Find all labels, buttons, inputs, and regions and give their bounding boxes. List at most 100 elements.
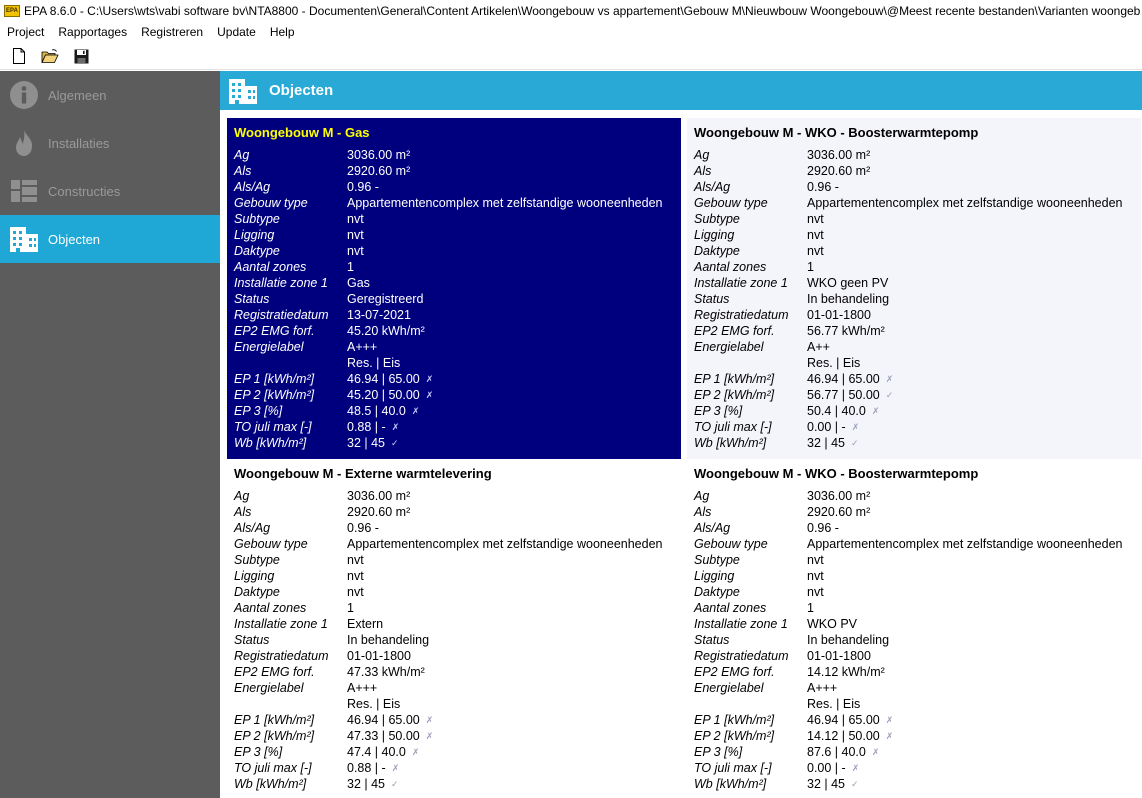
property-value: 1 <box>347 260 354 274</box>
property-row: Ligging nvt <box>694 568 1134 584</box>
menu-update[interactable]: Update <box>210 22 263 43</box>
save-disk-icon <box>74 49 88 63</box>
object-card-gas[interactable]: Woongebouw M - Gas Ag 3036.00 m² Als 2920.60… <box>227 118 681 459</box>
property-row: Aantal zones 1 <box>234 259 674 275</box>
property-value: nvt <box>807 212 824 226</box>
building-icon <box>226 76 260 106</box>
property-value: WKO PV <box>807 617 858 631</box>
property-row: EP 3 [%] 87.6 | 40.0 ✗ <box>694 744 1134 760</box>
cross-icon: ✗ <box>411 406 420 416</box>
property-label: Registratiedatum <box>694 308 789 322</box>
property-label: Daktype <box>234 244 280 258</box>
property-label: EP 1 [kWh/m²] <box>234 713 315 727</box>
property-value: 56.77 | 50.00 <box>807 388 880 402</box>
property-label: Ag <box>234 148 250 162</box>
property-label: Installatie zone 1 <box>234 276 328 290</box>
page-title: Objecten <box>269 82 334 99</box>
property-label: Daktype <box>234 585 280 599</box>
property-label: Aantal zones <box>694 260 767 274</box>
property-row: EP 1 [kWh/m²] 46.94 | 65.00 ✗ <box>234 712 674 728</box>
property-row: Status In behandeling <box>234 632 674 648</box>
check-icon: ✓ <box>885 390 894 400</box>
property-row: Energielabel A++ <box>694 339 1134 355</box>
property-value: nvt <box>347 228 364 242</box>
property-row: EP2 EMG forf. 47.33 kWh/m² <box>234 664 674 680</box>
open-file-button[interactable] <box>39 45 61 67</box>
property-row: Energielabel A+++ <box>694 680 1134 696</box>
property-row: Als/Ag 0.96 - <box>234 179 674 195</box>
property-label: EP 3 [%] <box>694 404 743 418</box>
property-label: Ligging <box>694 228 735 242</box>
property-row: Gebouw type Appartementencomplex met zelf… <box>694 536 1134 552</box>
property-label: Aantal zones <box>234 601 307 615</box>
property-label: Subtype <box>694 212 740 226</box>
menu-registreren[interactable]: Registreren <box>134 22 210 43</box>
property-row: Gebouw type Appartementencomplex met zelf… <box>694 195 1134 211</box>
sidebar-item-label: Algemeen <box>48 87 107 103</box>
property-label: Status <box>694 292 730 306</box>
cross-icon: ✗ <box>851 422 860 432</box>
property-label: Subtype <box>694 553 740 567</box>
property-label: Aantal zones <box>234 260 307 274</box>
save-button[interactable] <box>70 45 92 67</box>
cross-icon: ✗ <box>411 747 420 757</box>
property-value: nvt <box>347 585 364 599</box>
property-row: TO juli max [-] 0.88 | - ✗ <box>234 760 674 776</box>
property-label: Installatie zone 1 <box>694 276 788 290</box>
property-label <box>694 355 807 371</box>
property-label: Ag <box>694 148 710 162</box>
app-logo-icon: EPA <box>4 5 20 17</box>
property-value: 47.33 | 50.00 <box>347 729 420 743</box>
sidebar-item-constructies[interactable]: Constructies <box>0 167 220 215</box>
objects-panel: Woongebouw M - Gas Ag 3036.00 m² Als 2920.60… <box>220 110 1142 798</box>
property-value: Res. | Eis <box>347 697 401 711</box>
cross-icon: ✗ <box>871 747 880 757</box>
property-value: A+++ <box>347 340 378 354</box>
property-row: Status Geregistreerd <box>234 291 674 307</box>
property-row: Res. | Eis <box>234 355 674 371</box>
property-row: Res. | Eis <box>234 696 674 712</box>
property-row: Subtype nvt <box>234 552 674 568</box>
property-label: Ligging <box>694 569 735 583</box>
property-row: Installatie zone 1 Gas <box>234 275 674 291</box>
property-label: Energielabel <box>234 340 304 354</box>
property-label: Status <box>234 633 270 647</box>
property-row: Als/Ag 0.96 - <box>234 520 674 536</box>
menu-help[interactable]: Help <box>263 22 302 43</box>
property-label: Registratiedatum <box>234 649 329 663</box>
sidebar-item-algemeen[interactable]: Algemeen <box>0 71 220 119</box>
property-row: Ligging nvt <box>234 568 674 584</box>
object-card-extern[interactable]: Woongebouw M - Externe warmtelevering Ag 3… <box>227 459 681 798</box>
property-value: 2920.60 m² <box>807 505 871 519</box>
property-value: 87.6 | 40.0 <box>807 745 866 759</box>
sidebar-item-installaties[interactable]: Installaties <box>0 119 220 167</box>
property-row: Ag 3036.00 m² <box>234 147 674 163</box>
object-card-wko-pv[interactable]: Woongebouw M - WKO - Boosterwarmtepomp Ag… <box>687 459 1141 798</box>
property-row: Gebouw type Appartementencomplex met zelf… <box>234 195 674 211</box>
property-label: EP2 EMG forf. <box>234 324 315 338</box>
property-label: Gebouw type <box>694 196 768 210</box>
property-label: Gebouw type <box>234 537 308 551</box>
menu-project[interactable]: Project <box>0 22 51 43</box>
property-value: nvt <box>347 212 364 226</box>
property-label: Als <box>234 505 252 519</box>
property-value: A+++ <box>347 681 378 695</box>
page-header: Objecten <box>220 71 1142 110</box>
property-row: Daktype nvt <box>694 584 1134 600</box>
property-row: Wb [kWh/m²] 32 | 45 ✓ <box>234 776 674 792</box>
property-label: TO juli max [-] <box>694 761 772 775</box>
sidebar-item-label: Constructies <box>48 183 121 199</box>
new-file-button[interactable] <box>8 45 30 67</box>
property-value: 0.96 - <box>347 180 379 194</box>
property-row: Als 2920.60 m² <box>694 163 1134 179</box>
sidebar-item-objecten[interactable]: Objecten <box>0 215 220 263</box>
property-value: Res. | Eis <box>807 356 861 370</box>
property-label: Energielabel <box>234 681 304 695</box>
property-row: EP 1 [kWh/m²] 46.94 | 65.00 ✗ <box>694 712 1134 728</box>
object-card-wko-booster[interactable]: Woongebouw M - WKO - Boosterwarmtepomp Ag… <box>687 118 1141 459</box>
property-label: Ligging <box>234 569 275 583</box>
menu-rapportages[interactable]: Rapportages <box>51 22 134 43</box>
property-value: Gas <box>347 276 370 290</box>
property-row: Res. | Eis <box>694 696 1134 712</box>
property-label: Wb [kWh/m²] <box>694 777 767 791</box>
